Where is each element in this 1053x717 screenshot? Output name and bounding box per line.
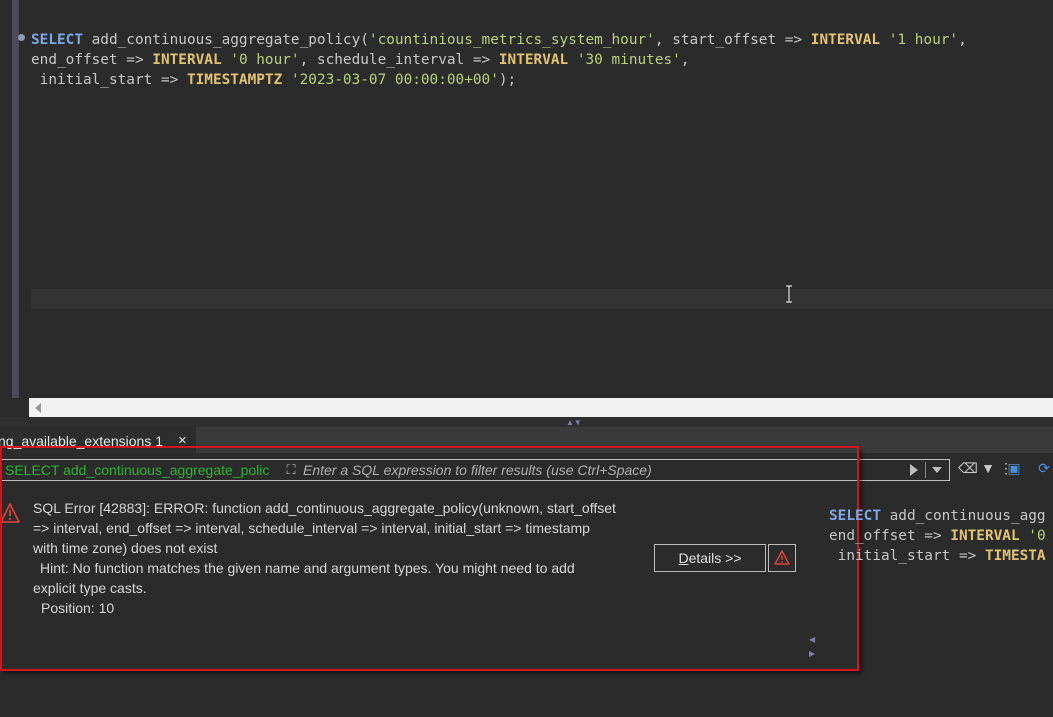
panel-splitter[interactable] [0,417,1053,427]
panel-nav-arrows[interactable]: ◀ ▶ [809,633,815,661]
sql-token: '1 hour' [888,32,959,48]
preview-token: '0 [1028,528,1046,544]
sql-token: end_offset => [31,52,153,68]
sql-token: , [958,32,967,48]
eraser-icon[interactable]: ⌫ [958,460,978,476]
editor-gutter [0,0,19,398]
error-log-button[interactable] [768,544,796,572]
sql-code[interactable]: SELECT add_continuous_aggregate_policy('… [31,30,967,90]
sql-token: TIMESTAMPTZ [186,72,283,88]
preview-token: end_offset => [829,528,951,544]
details-label: etails >> [688,550,742,566]
gutter-ruler [12,0,19,398]
expand-icon[interactable]: ⛶ [282,461,300,479]
close-icon[interactable]: × [178,428,187,453]
sql-token: SELECT [31,32,83,48]
editor-horizontal-scrollbar[interactable] [29,398,1053,417]
dbeaver-window: SELECT add_continuous_aggregate_policy('… [0,0,1053,717]
sql-token: , schedule_interval => [299,52,499,68]
preview-token: SELECT [829,508,881,524]
sql-token: '30 minutes' [576,52,681,68]
error-message: SQL Error [42883]: ERROR: function add_c… [33,498,643,618]
panels-icon[interactable]: ▣ [1006,460,1022,476]
apply-filter-icon[interactable] [910,464,918,476]
filter-icon[interactable]: ▼ [980,460,996,476]
sql-token: INTERVAL [152,52,222,68]
collapse-left-icon[interactable]: ◀ [809,633,815,647]
error-line: SQL Error [42883]: ERROR: function add_c… [33,500,616,516]
warning-icon [774,550,790,565]
error-line: => interval, end_offset => interval, sch… [33,520,590,536]
preview-token: INTERVAL [950,528,1020,544]
source-query-label[interactable]: SELECT add_continuous_aggregate_polic [5,462,275,478]
sql-token: add_continuous_aggregate_policy( [82,32,369,48]
query-preview: SELECT add_continuous_agg end_offset => … [829,506,1046,566]
preview-token: add_continuous_agg [880,508,1046,524]
sql-token: '0 hour' [230,52,300,68]
filter-history-dropdown-icon[interactable] [932,467,942,473]
sql-token: , start_offset => [654,32,811,48]
error-warning-icon [0,503,20,523]
sql-token: '2023-03-07 00:00:00+00' [290,72,499,88]
preview-token [1020,528,1029,544]
details-accel: D [678,550,689,566]
sql-token: ); [498,72,517,88]
text-cursor-icon [786,285,792,303]
preview-token: initial_start => [829,548,985,564]
sql-token: , [680,52,690,68]
filter-input[interactable] [303,460,903,480]
current-line-highlight [31,289,1053,309]
sql-token: INTERVAL [498,52,569,68]
filter-separator [925,462,926,478]
expand-right-icon[interactable]: ▶ [809,647,815,661]
splitter-handle-icon[interactable]: ▲▼ [566,418,582,427]
error-line: with time zone) does not exist [33,540,218,556]
filter-bar: SELECT add_continuous_aggregate_polic ⛶ [0,459,950,481]
sql-token: INTERVAL [810,32,881,48]
results-tabbar: ng_available_extensions 1 × [0,427,1053,453]
error-position: Position: 10 [41,600,115,616]
refresh-icon[interactable]: ⟳ [1036,460,1052,476]
sql-token: 'countinious_metrics_system_hour' [368,32,655,48]
fold-marker-icon[interactable] [18,34,25,41]
details-button[interactable]: Details >> [654,544,766,572]
error-hint: Hint: No function matches the given name… [40,560,575,576]
error-hint-cont: explicit type casts. [33,580,147,596]
sql-editor[interactable]: SELECT add_continuous_aggregate_policy('… [0,0,1053,398]
sql-token: initial_start => [31,72,187,88]
preview-token: TIMESTA [984,548,1046,564]
tab-results-label: ng_available_extensions 1 [0,433,164,449]
scroll-left-icon[interactable] [35,403,41,413]
tab-results[interactable]: ng_available_extensions 1 × [0,427,196,453]
